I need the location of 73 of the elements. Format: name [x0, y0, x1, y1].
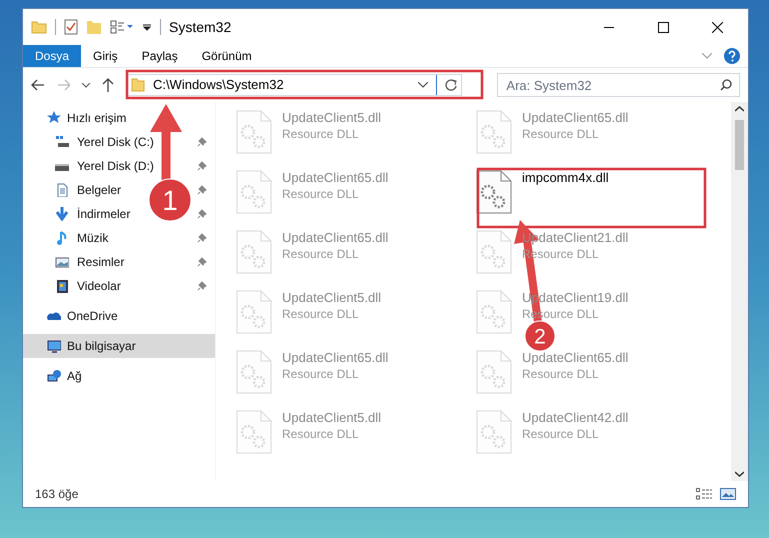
step-number: 1: [162, 185, 178, 216]
pin-icon[interactable]: [197, 209, 207, 219]
sidebar-item[interactable]: Yerel Disk (D:): [55, 157, 154, 175]
music-note-icon: [55, 231, 69, 245]
download-arrow-icon: [55, 207, 69, 221]
step-number: 2: [534, 326, 546, 349]
address-path: C:\Windows\System32: [152, 76, 284, 94]
step-badge: [148, 178, 192, 222]
chevron-down-icon[interactable]: [735, 471, 744, 477]
folder-icon: [130, 78, 145, 92]
file-type: Resource DLL: [282, 426, 360, 442]
file-type: Resource DLL: [282, 126, 360, 142]
document-icon: [55, 183, 69, 197]
scrollbar[interactable]: [731, 102, 748, 481]
pin-icon[interactable]: [197, 233, 207, 243]
step-badge: [524, 320, 556, 352]
sidebar-item[interactable]: Bu bilgisayar: [23, 334, 215, 358]
up-arrow-icon[interactable]: [102, 78, 114, 92]
folder-icon[interactable]: [31, 20, 47, 34]
sidebar-item[interactable]: Müzik: [55, 229, 108, 247]
minimize-icon: [604, 26, 614, 28]
pin-icon[interactable]: [197, 257, 207, 267]
search-icon: [720, 79, 732, 91]
sidebar-item[interactable]: Ağ: [23, 364, 215, 388]
item-count: 163 öğe: [35, 486, 78, 503]
ribbon-tab[interactable]: Dosya: [23, 45, 82, 67]
checklist-icon[interactable]: [64, 19, 78, 35]
window-title: System32: [169, 18, 232, 37]
maximize-icon: [658, 22, 668, 32]
ribbon-tab[interactable]: Görünüm: [190, 45, 264, 67]
large-icons-view-icon[interactable]: [720, 488, 736, 500]
sidebar-item[interactable]: OneDrive: [23, 304, 215, 328]
disk-icon: [55, 135, 69, 149]
picture-icon: [55, 255, 69, 269]
dropdown-icon[interactable]: [142, 22, 152, 32]
scrollbar-thumb[interactable]: [735, 120, 744, 170]
monitor-icon: [47, 339, 61, 353]
sidebar-item[interactable]: İndirmeler: [55, 205, 130, 223]
sidebar-item[interactable]: Hızlı erişim: [23, 106, 215, 130]
sidebar-item[interactable]: Yerel Disk (C:): [55, 133, 154, 151]
file-type: Resource DLL: [282, 186, 360, 202]
file-type: Resource DLL: [282, 366, 360, 382]
help-icon[interactable]: [724, 48, 740, 64]
file-name[interactable]: impcomm4x.dll: [522, 170, 609, 186]
chevron-up-icon[interactable]: [735, 106, 744, 112]
film-icon: [55, 279, 69, 293]
chevron-down-icon[interactable]: [418, 82, 428, 88]
address-bar[interactable]: C:\Windows\System32: [126, 74, 462, 96]
file-type: Resource DLL: [522, 426, 600, 442]
sidebar-item[interactable]: Belgeler: [55, 181, 122, 199]
ribbon-tab[interactable]: Giriş: [81, 45, 130, 67]
file-type: Resource DLL: [282, 306, 360, 322]
properties-icon[interactable]: [110, 20, 134, 34]
back-arrow-icon[interactable]: [31, 79, 45, 91]
pin-icon[interactable]: [197, 185, 207, 195]
close-icon: [712, 22, 722, 32]
gear-file-icon[interactable]: [476, 170, 512, 214]
file-type: Resource DLL: [282, 246, 360, 262]
refresh-icon[interactable]: [444, 79, 457, 91]
search-field[interactable]: Ara: System32: [497, 73, 740, 97]
pin-icon[interactable]: [197, 281, 207, 291]
chevron-down-icon[interactable]: [82, 82, 90, 88]
details-view-icon[interactable]: [696, 488, 712, 500]
sidebar-item[interactable]: Resimler: [55, 253, 124, 271]
pin-icon[interactable]: [197, 137, 207, 147]
file-type: Resource DLL: [522, 366, 600, 382]
forward-arrow-icon[interactable]: [56, 79, 70, 91]
sidebar-item[interactable]: Videolar: [55, 277, 121, 295]
file-type: Resource DLL: [522, 126, 600, 142]
pin-icon[interactable]: [197, 161, 207, 171]
star-icon: [47, 111, 61, 125]
network-icon: [47, 369, 61, 383]
ribbon-tab[interactable]: Paylaş: [130, 45, 190, 67]
